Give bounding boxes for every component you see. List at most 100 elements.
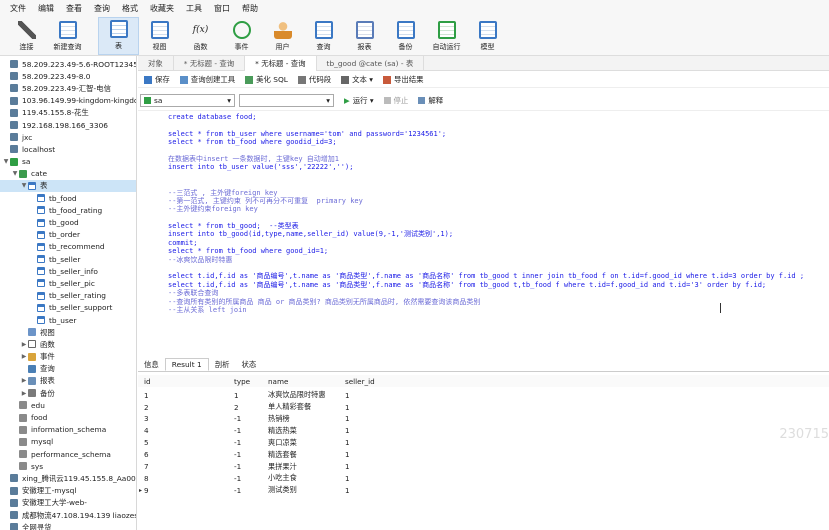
tree-item[interactable]: 安徽理工大学-web-	[0, 497, 136, 509]
grid-cell[interactable]: 4	[144, 426, 149, 435]
grid-column-header[interactable]: seller_id	[345, 377, 375, 386]
sql-editor[interactable]: create database food; select * from tb_us…	[138, 110, 829, 355]
grid-cell[interactable]: 2	[144, 403, 149, 412]
grid-cell[interactable]: 8	[144, 474, 149, 483]
table-row[interactable]: 2 2 单人精彩套餐 1	[138, 401, 829, 413]
menu-item[interactable]: 查询	[88, 3, 116, 14]
menu-item[interactable]: 文件	[4, 3, 32, 14]
explain-button[interactable]: 解释	[418, 95, 443, 106]
table-row[interactable]: 8 -1 小吃主食 1	[138, 472, 829, 484]
tree-item[interactable]: tb_food_rating	[0, 204, 136, 216]
grid-column-header[interactable]: name	[268, 377, 288, 386]
grid-cell[interactable]: 1	[345, 474, 350, 483]
grid-cell[interactable]: 7	[144, 462, 149, 471]
tree-item[interactable]: 58.209.223.49-5.6-ROOT123456	[0, 58, 136, 70]
table-row[interactable]: 6 -1 精选套餐 1	[138, 449, 829, 461]
toolbar-button-11[interactable]: 模型	[467, 17, 508, 55]
table-row[interactable]: 3 -1 热销榜 1	[138, 413, 829, 425]
query-toolbar-button[interactable]: 美化 SQL	[245, 74, 288, 85]
grid-cell[interactable]: 1	[345, 403, 350, 412]
tree-item[interactable]: tb_food	[0, 192, 136, 204]
table-row[interactable]: 9 -1 测试类别 1 ▸	[138, 484, 829, 496]
grid-cell[interactable]: -1	[234, 486, 241, 495]
tree-item[interactable]: tb_recommend	[0, 241, 136, 253]
tree-item[interactable]: 安徽理工-mysql	[0, 485, 136, 497]
query-toolbar-button[interactable]: 代码段	[297, 74, 331, 85]
grid-cell[interactable]: 3	[144, 414, 149, 423]
toolbar-button-2[interactable]: 表	[98, 17, 139, 55]
menu-item[interactable]: 格式	[116, 3, 144, 14]
query-toolbar-button[interactable]: 导出结果	[382, 74, 424, 85]
grid-cell[interactable]: 6	[144, 450, 149, 459]
connection-select[interactable]: sa ▾	[140, 93, 235, 107]
tree-item[interactable]: ▶ 函数	[0, 338, 136, 350]
grid-cell[interactable]: 5	[144, 438, 149, 447]
table-row[interactable]: 5 -1 爽口凉菜 1	[138, 437, 829, 449]
grid-cell[interactable]: 1	[345, 438, 350, 447]
tree-item[interactable]: 119.45.155.8-花生	[0, 107, 136, 119]
tree-item[interactable]: tb_seller_support	[0, 302, 136, 314]
toolbar-button-7[interactable]: 查询	[303, 17, 344, 55]
grid-cell[interactable]: 爽口凉菜	[268, 438, 297, 448]
tree-item[interactable]: tb_seller_info	[0, 265, 136, 277]
toolbar-button-5[interactable]: 事件	[221, 17, 262, 55]
grid-cell[interactable]: 单人精彩套餐	[268, 402, 311, 412]
tree-item[interactable]: sys	[0, 460, 136, 472]
menu-item[interactable]: 收藏夹	[144, 3, 180, 14]
menu-item[interactable]: 窗口	[208, 3, 236, 14]
tree-item[interactable]: ▶ 备份	[0, 387, 136, 399]
menu-item[interactable]: 查看	[60, 3, 88, 14]
toolbar-button-4[interactable]: f(x) 函数	[180, 17, 221, 55]
grid-cell[interactable]: 1	[345, 391, 350, 400]
grid-cell[interactable]: 1	[345, 486, 350, 495]
tree-item[interactable]: 58.209.223.49-汇智-电信	[0, 82, 136, 94]
grid-cell[interactable]: 1	[345, 426, 350, 435]
tree-item[interactable]: edu	[0, 399, 136, 411]
grid-cell[interactable]: 1	[345, 414, 350, 423]
result-tab[interactable]: 剖析	[209, 358, 236, 371]
toolbar-button-1[interactable]: 新建查询	[47, 17, 88, 55]
query-toolbar-button[interactable]: 文本 ▾	[341, 74, 373, 85]
result-tab[interactable]: 信息	[138, 358, 165, 371]
tree-item[interactable]: information_schema	[0, 424, 136, 436]
tree-item[interactable]: 查询	[0, 363, 136, 375]
editor-tab[interactable]: tb_good @cate (sa) - 表	[317, 55, 425, 71]
chevron-down-icon[interactable]: ▼	[20, 182, 28, 189]
toolbar-button-3[interactable]: 视图	[139, 17, 180, 55]
toolbar-button-0[interactable]: 连接	[6, 17, 47, 55]
chevron-right-icon[interactable]: ▶	[20, 390, 28, 397]
table-row[interactable]: 4 -1 精选热菜 1	[138, 425, 829, 437]
run-button[interactable]: ▶ 运行 ▾	[344, 95, 374, 106]
toolbar-button-8[interactable]: 报表	[344, 17, 385, 55]
tree-item[interactable]: ▶ 报表	[0, 375, 136, 387]
menu-item[interactable]: 帮助	[236, 3, 264, 14]
grid-cell[interactable]: -1	[234, 462, 241, 471]
tree-item[interactable]: tb_seller_pic	[0, 277, 136, 289]
menu-item[interactable]: 工具	[180, 3, 208, 14]
chevron-down-icon[interactable]: ▼	[2, 158, 10, 165]
table-row[interactable]: 1 1 冰爽饮品限时特惠 1	[138, 389, 829, 401]
editor-tab[interactable]: * 无标题 - 查询	[245, 55, 317, 71]
menu-item[interactable]: 编辑	[32, 3, 60, 14]
toolbar-button-9[interactable]: 备份	[385, 17, 426, 55]
tree-item[interactable]: 58.209.223.49-8.0	[0, 70, 136, 82]
chevron-right-icon[interactable]: ▶	[20, 377, 28, 384]
tree-item[interactable]: tb_seller_rating	[0, 290, 136, 302]
grid-cell[interactable]: -1	[234, 426, 241, 435]
tree-item[interactable]: 视图	[0, 326, 136, 338]
grid-cell[interactable]: 精选热菜	[268, 426, 297, 436]
grid-cell[interactable]: 1	[345, 462, 350, 471]
chevron-right-icon[interactable]: ▶	[20, 353, 28, 360]
tree-item[interactable]: tb_user	[0, 314, 136, 326]
tree-item[interactable]: mysql	[0, 436, 136, 448]
grid-cell[interactable]: 精选套餐	[268, 450, 297, 460]
tree-item[interactable]: xing_腾讯云119.45.155.8_Aa0011	[0, 472, 136, 484]
chevron-down-icon[interactable]: ▼	[11, 170, 19, 177]
grid-cell[interactable]: 测试类别	[268, 485, 297, 495]
toolbar-button-6[interactable]: 用户	[262, 17, 303, 55]
grid-column-header[interactable]: type	[234, 377, 250, 386]
grid-cell[interactable]: -1	[234, 438, 241, 447]
grid-cell[interactable]: 1	[345, 450, 350, 459]
editor-tab[interactable]: 对象	[138, 55, 174, 71]
query-toolbar-button[interactable]: 查询创建工具	[179, 74, 235, 85]
